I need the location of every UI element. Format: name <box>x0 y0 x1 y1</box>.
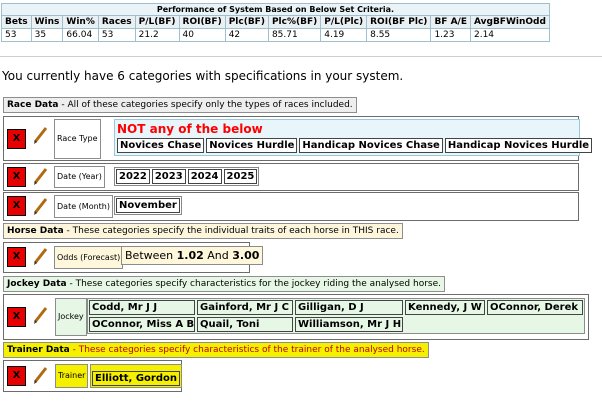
row-label: Trainer <box>55 364 89 388</box>
row-label: Odds (Forecast) <box>54 246 124 269</box>
edit-pencil-icon[interactable] <box>31 125 51 145</box>
trainer-value: Elliott, Gordon <box>92 371 180 386</box>
value-cell: 1.23 <box>430 28 471 42</box>
value-cell: 2.14 <box>469 28 550 42</box>
odds-prefix: Between <box>125 249 174 262</box>
value-cell: 8.55 <box>366 28 432 42</box>
trainer-row: X Trainer Elliott, Gordon <box>3 360 182 392</box>
section-header-race: Race Data - All of these categories spec… <box>3 97 357 113</box>
header-cell: Win% <box>62 15 99 29</box>
race-type-row: X Race Type NOT any of the below Novices… <box>3 116 593 161</box>
header-cell: AvgBFWinOdd <box>469 15 550 29</box>
delete-button[interactable]: X <box>7 307 26 327</box>
edit-pencil-icon[interactable] <box>31 246 51 266</box>
delete-button[interactable]: X <box>7 129 26 149</box>
odds-range: Between 1.02 And 3.00 <box>121 246 264 265</box>
header-cell: Plc(BF) <box>224 15 269 29</box>
value-cell: 53 <box>1 28 32 42</box>
section-header-trainer: Trainer Data - These categories specify … <box>3 342 429 358</box>
jockey-value: Kennedy, J W <box>405 300 485 315</box>
year-values: 2022 2023 2024 2025 <box>114 167 260 186</box>
value-cell: 42 <box>224 28 269 42</box>
performance-caption: Performance of System Based on Below Set… <box>1 3 550 16</box>
header-cell: P/L(Plc) <box>320 15 368 29</box>
header-cell: BF A/E <box>430 15 471 29</box>
jockey-value: Gilligan, D J <box>295 300 403 315</box>
odds-high: 3.00 <box>232 249 260 262</box>
row-label: Jockey <box>55 298 87 336</box>
row-label: Date (Year) <box>54 166 105 188</box>
header-cell: Plc%(BF) <box>267 15 322 29</box>
section-description: - These categories specify characteristi… <box>66 279 442 289</box>
edit-pencil-icon[interactable] <box>31 166 51 186</box>
race-type-values: NOT any of the below Novices Chase Novic… <box>114 119 593 156</box>
delete-button[interactable]: X <box>7 247 26 267</box>
performance-table: Performance of System Based on Below Set… <box>1 3 550 42</box>
jockey-value: OConnor, Miss A B <box>89 317 195 332</box>
edit-pencil-icon[interactable] <box>31 365 51 385</box>
edit-pencil-icon[interactable] <box>31 305 51 325</box>
summary-text: You currently have 6 categories with spe… <box>2 69 404 83</box>
odds-row: X Odds (Forecast) Between 1.02 And 3.00 <box>3 242 264 273</box>
jockey-value: Quail, Toni <box>197 317 293 332</box>
jockey-value: Gainford, Mr J C <box>197 300 293 315</box>
year-value: 2022 <box>116 169 150 184</box>
divider <box>0 56 602 57</box>
header-cell: Races <box>97 15 136 29</box>
year-value: 2025 <box>223 169 258 184</box>
date-year-row: X Date (Year) 2022 2023 2024 2025 <box>3 163 579 191</box>
value-cell: 35 <box>30 28 64 42</box>
performance-value-row: 53 35 66.04 53 21.2 40 42 85.71 4.19 8.5… <box>1 28 550 42</box>
value-cell: 40 <box>178 28 226 42</box>
value-cell: 21.2 <box>134 28 180 42</box>
month-value: November <box>116 198 180 213</box>
delete-button[interactable]: X <box>7 196 26 216</box>
jockey-value: Williamson, Mr J H <box>295 317 403 332</box>
year-value: 2023 <box>151 169 186 184</box>
header-cell: P/L(BF) <box>134 15 180 29</box>
header-cell: Bets <box>1 15 32 29</box>
delete-button[interactable]: X <box>7 366 26 386</box>
value-cell: 66.04 <box>62 28 99 42</box>
row-label: Race Type <box>54 119 101 159</box>
section-description: - These categories specify characteristi… <box>69 345 425 355</box>
year-value: 2024 <box>187 169 222 184</box>
section-title: Horse Data <box>7 226 64 236</box>
jockey-value: OConnor, Derek <box>487 300 583 315</box>
value-cell: 53 <box>97 28 136 42</box>
month-values: November <box>114 196 182 215</box>
section-description: - These categories specify the individua… <box>63 226 399 236</box>
section-title: Trainer Data <box>7 345 70 355</box>
header-cell: ROI(BF Plc) <box>366 15 432 29</box>
race-type-value: Handicap Novices Chase <box>299 138 443 153</box>
jockey-value: Codd, Mr J J <box>89 300 195 315</box>
race-type-value: Handicap Novices Hurdle <box>444 138 593 153</box>
section-header-horse: Horse Data - These categories specify th… <box>3 223 403 239</box>
value-cell: 4.19 <box>320 28 368 42</box>
odds-and: And <box>207 249 229 262</box>
odds-low: 1.02 <box>176 249 204 262</box>
section-header-jockey: Jockey Data - These categories specify c… <box>3 276 445 292</box>
condition-text: NOT any of the below <box>117 122 263 136</box>
section-description: - All of these categories specify only t… <box>58 100 353 110</box>
section-title: Jockey Data <box>7 279 67 289</box>
date-month-row: X Date (Month) November <box>3 192 579 221</box>
header-cell: Wins <box>30 15 64 29</box>
performance-header-row: Bets Wins Win% Races P/L(BF) ROI(BF) Plc… <box>1 15 550 29</box>
header-cell: ROI(BF) <box>178 15 226 29</box>
jockey-values: Codd, Mr J J Gainford, Mr J C Gilligan, … <box>87 298 585 334</box>
trainer-values: Elliott, Gordon <box>90 364 182 388</box>
race-type-value: Novices Hurdle <box>206 138 298 153</box>
row-label: Date (Month) <box>54 195 113 218</box>
edit-pencil-icon[interactable] <box>31 196 51 216</box>
section-title: Race Data <box>7 100 59 110</box>
race-type-value: Novices Chase <box>117 138 205 153</box>
value-cell: 85.71 <box>267 28 322 42</box>
jockey-row: X Jockey Codd, Mr J J Gainford, Mr J C G… <box>3 294 589 340</box>
delete-button[interactable]: X <box>7 167 26 187</box>
